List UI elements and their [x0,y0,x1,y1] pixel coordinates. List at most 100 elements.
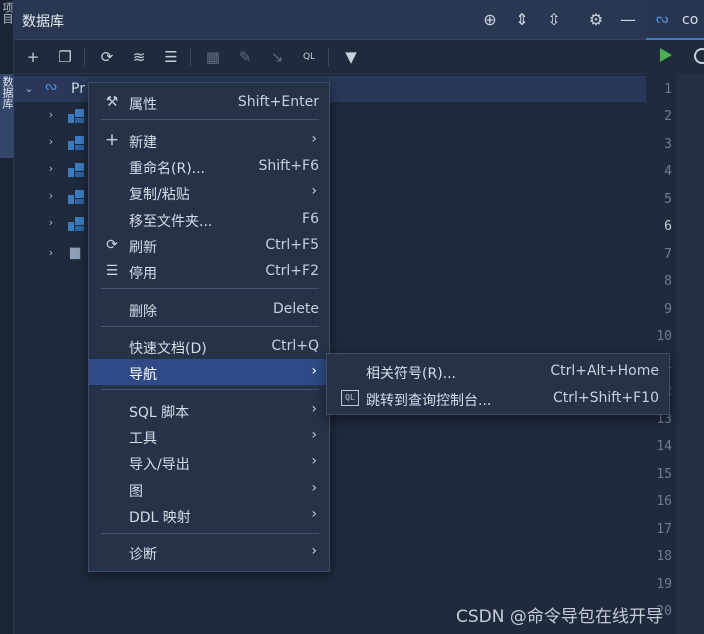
refresh-icon[interactable]: ⟳ [96,46,118,68]
menu-divider [101,533,319,534]
vertical-tab-project-label: 项目 [1,2,14,24]
line-number: 5 [664,192,672,207]
menu-item-import-export[interactable]: 导入/导出 › [89,449,329,475]
minimize-icon[interactable]: — [618,10,638,30]
jump-icon[interactable]: ↘ [266,46,288,68]
line-number: 2 [664,109,672,124]
copy-icon[interactable]: ❐ [54,46,76,68]
menu-item-sql-script[interactable]: SQL 脚本 › [89,397,329,423]
submenu-item-shortcut: Ctrl+Alt+Home [550,363,659,379]
menu-item-shortcut: Ctrl+Q [271,338,319,354]
crosshair-icon[interactable]: ⊕ [480,10,500,30]
expand-all-icon[interactable]: ⇕ [512,10,532,30]
settings-wrench-icon[interactable]: ≋ [128,46,150,68]
menu-item-new[interactable]: + 新建 › [89,127,329,153]
menu-item-label: 移至文件夹... [129,214,213,230]
line-number: 7 [664,247,672,262]
table-icon[interactable]: ▦ [202,46,224,68]
chevron-right-icon[interactable]: › [44,108,58,122]
run-icon[interactable] [660,48,672,62]
database-stop-icon[interactable]: ☰ [160,46,182,68]
chevron-right-icon: › [311,363,317,379]
vertical-tab-database[interactable]: 数据库 [0,74,14,158]
edit-icon[interactable]: ✎ [234,46,256,68]
menu-item-rename[interactable]: 重命名(R)... Shift+F6 [89,153,329,179]
add-icon[interactable]: + [22,46,44,68]
menu-item-tools[interactable]: 工具 › [89,423,329,449]
vertical-tab-database-label: 数据库 [1,76,14,109]
tree-root-label: Pr [71,81,85,97]
menu-item-label: 重命名(R)... [129,161,206,177]
menu-item-navigate[interactable]: 导航 › [89,359,329,385]
chevron-right-icon[interactable]: › [44,162,58,176]
menu-item-deactivate[interactable]: ☰ 停用 Ctrl+F2 [89,258,329,284]
watermark: CSDN @命令导包在线开导 [456,607,663,627]
database-toolbar: + ❐ ⟳ ≋ ☰ ▦ ✎ ↘ QL ▼ [14,40,646,74]
vertical-tab-project[interactable]: 项目 [0,0,14,66]
editor-text-area[interactable] [676,74,704,634]
console-icon: ᔓ [656,11,669,27]
menu-item-diagnostics[interactable]: 诊断 › [89,539,329,565]
collapse-all-icon[interactable]: ⇳ [544,10,564,30]
chevron-right-icon[interactable]: › [44,216,58,230]
filter-icon[interactable]: ▼ [340,46,362,68]
refresh-icon: ⟳ [106,237,118,253]
query-console-icon[interactable]: QL [298,46,320,68]
menu-divider [101,119,319,120]
editor-toolbar [646,40,704,74]
editor-tab-label: co [682,12,699,28]
line-number: 9 [664,302,672,317]
menu-item-shortcut: Delete [273,301,319,317]
menu-item-refresh[interactable]: ⟳ 刷新 Ctrl+F5 [89,232,329,258]
schema-icon [68,136,84,150]
menu-item-label: 诊断 [129,547,157,563]
menu-item-shortcut: F6 [302,211,319,227]
query-console-icon: QL [341,390,359,406]
chevron-right-icon[interactable]: › [44,246,58,260]
schema-icon [68,190,84,204]
menu-item-label: 刷新 [129,240,157,256]
menu-item-shortcut: Shift+F6 [258,158,319,174]
submenu-item-jump-to-console[interactable]: QL 跳转到查询控制台... Ctrl+Shift+F10 [327,385,669,412]
line-number: 10 [656,329,672,344]
chevron-right-icon: › [311,401,317,417]
editor-tab[interactable]: ᔓ co [646,0,704,40]
line-number: 16 [656,494,672,509]
menu-item-delete[interactable]: 删除 Delete [89,296,329,322]
line-number: 14 [656,439,672,454]
chevron-right-icon[interactable]: › [44,135,58,149]
menu-item-shortcut: Ctrl+F5 [265,237,319,253]
menu-item-shortcut: Shift+Enter [237,94,319,110]
line-number: 8 [664,274,672,289]
chevron-down-icon[interactable]: ⌄ [22,82,36,96]
chevron-right-icon: › [311,506,317,522]
submenu-item-related-symbol[interactable]: 相关符号(R)... Ctrl+Alt+Home [327,358,669,385]
wrench-icon: ⚒ [105,94,119,110]
left-tool-strip: 项目 数据库 [0,0,14,634]
menu-item-copy-paste[interactable]: 复制/粘贴 › [89,179,329,205]
menu-item-quick-doc[interactable]: 快速文档(D) Ctrl+Q [89,333,329,359]
context-menu: ⚒ 属性 Shift+Enter + 新建 › 重命名(R)... Shift+… [88,82,330,572]
chevron-right-icon[interactable]: › [44,189,58,203]
menu-item-properties[interactable]: ⚒ 属性 Shift+Enter [89,89,329,115]
toolbar-divider [84,48,85,66]
menu-item-ddl-mapping[interactable]: DDL 映射 › [89,502,329,528]
datasource-icon: ᔓ [45,79,57,94]
menu-item-label: 停用 [129,266,157,282]
chevron-right-icon: › [311,453,317,469]
menu-item-label: 工具 [129,431,157,447]
toolbar-divider [328,48,329,66]
history-icon[interactable] [694,48,704,64]
menu-item-move-to-folder[interactable]: 移至文件夹... F6 [89,206,329,232]
menu-item-label: 快速文档(D) [129,341,207,357]
chevron-right-icon: › [311,480,317,496]
menu-divider [101,288,319,289]
line-number: 4 [664,164,672,179]
chevron-right-icon: › [311,543,317,559]
menu-item-diagram[interactable]: 图 › [89,476,329,502]
line-number: 19 [656,577,672,592]
menu-item-label: DDL 映射 [129,510,191,526]
line-number: 17 [656,522,672,537]
gear-icon[interactable]: ⚙ [586,10,606,30]
plus-icon: + [104,130,120,150]
